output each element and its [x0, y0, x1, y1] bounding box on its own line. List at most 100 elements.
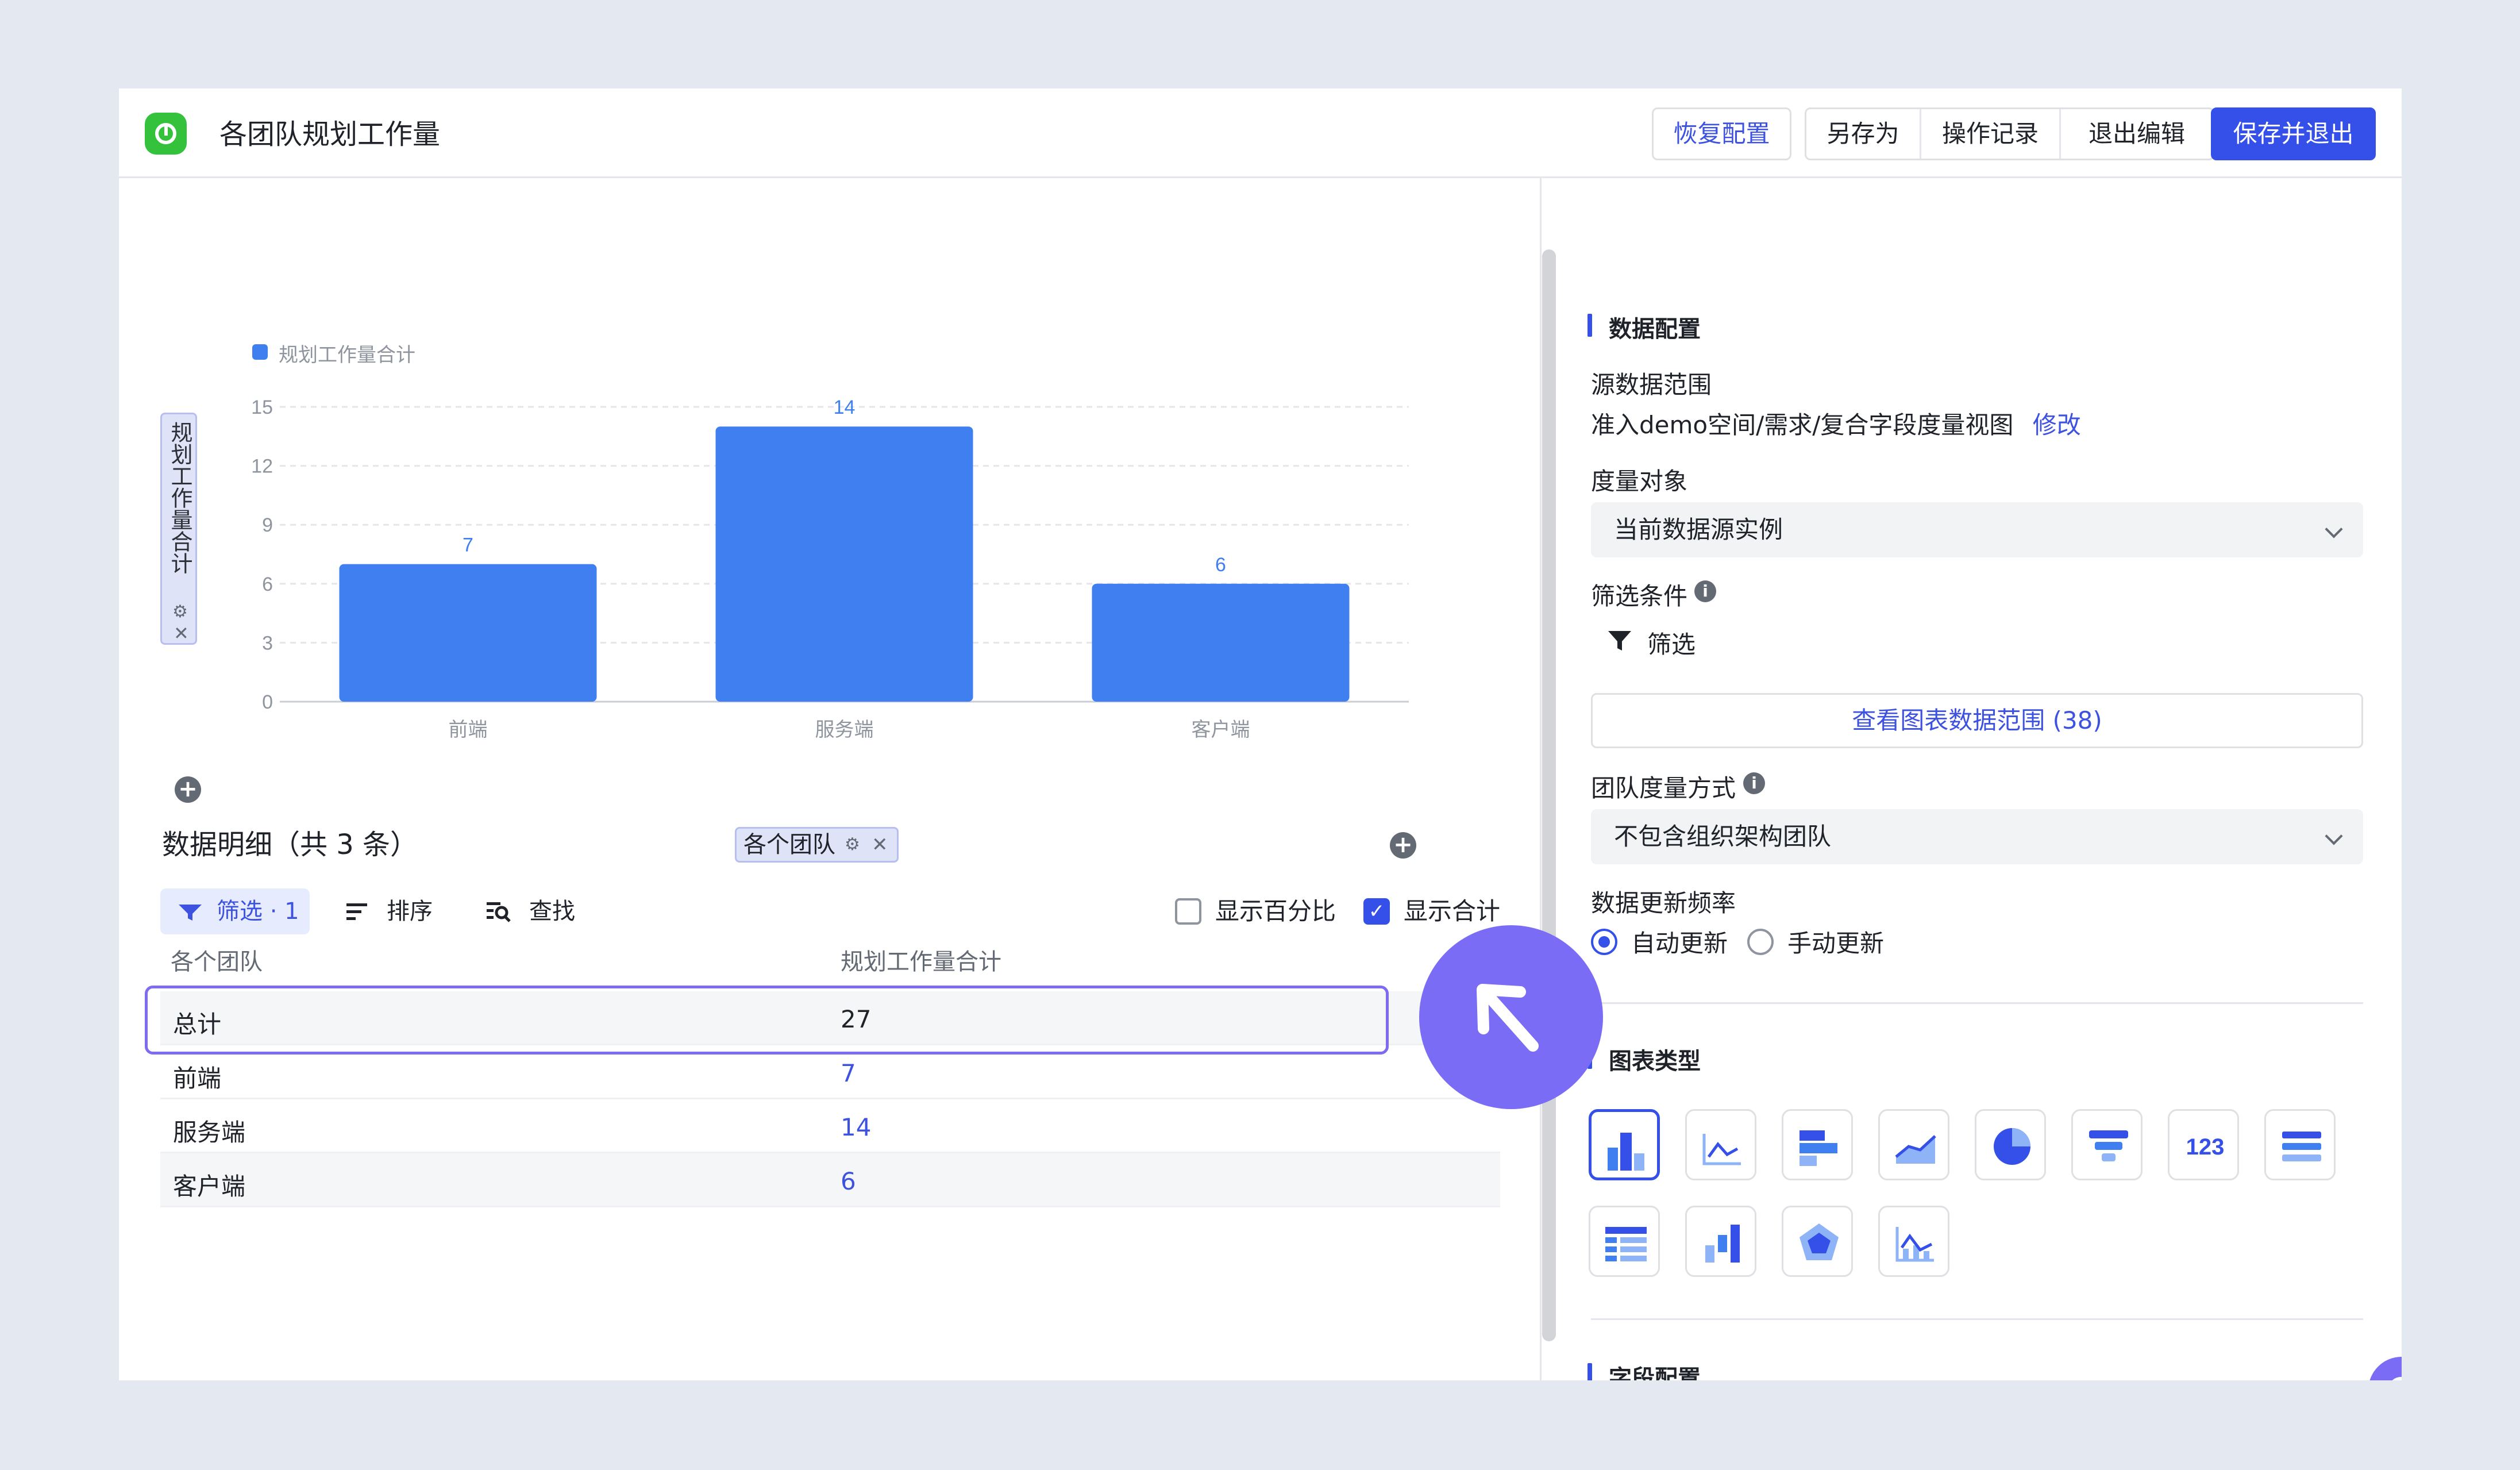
- header-button-group: 另存为 操作记录 退出编辑: [1805, 107, 2214, 160]
- restore-config-button[interactable]: 恢复配置: [1652, 107, 1791, 160]
- arrow-cursor-icon: [1477, 984, 1539, 1052]
- sort-icon: [346, 903, 367, 920]
- funnel-icon[interactable]: [1607, 630, 1632, 652]
- waterfall-icon[interactable]: [1685, 1206, 1756, 1277]
- source-edit-link[interactable]: 修改: [2033, 411, 2081, 439]
- section-accent: [1587, 314, 1592, 337]
- page-title: 各团队规划工作量: [219, 118, 441, 151]
- chevron-down-icon: [2325, 827, 2343, 845]
- number-card-text: 123: [2186, 1134, 2225, 1160]
- auto-refresh-label: 自动更新: [1631, 929, 1728, 957]
- bar-value-label: 6: [1215, 554, 1226, 576]
- exit-edit-button[interactable]: 退出编辑: [2061, 109, 2213, 159]
- panel-divider[interactable]: [1540, 178, 1542, 1380]
- detail-filter-button[interactable]: 筛选 · 1: [160, 888, 310, 934]
- detail-title: 数据明细（共 3 条）: [162, 829, 418, 861]
- config-panel: 数据配置 源数据范围 准入demo空间/需求/复合字段度量视图 修改 度量对象 …: [1559, 178, 2402, 1380]
- show-total-label: 显示合计: [1404, 897, 1501, 925]
- save-exit-button[interactable]: 保存并退出: [2211, 107, 2376, 160]
- help-button[interactable]: ? 帮助: [2368, 1357, 2402, 1380]
- find-label: 查找: [529, 898, 575, 925]
- filter-button[interactable]: 筛选: [1647, 625, 1696, 660]
- y-tick-label: 6: [262, 574, 273, 595]
- show-total-checkbox[interactable]: ✓: [1363, 898, 1390, 925]
- team-measure-select[interactable]: 不包含组织架构团队: [1591, 809, 2363, 864]
- cell-value-link[interactable]: 14: [841, 1113, 871, 1141]
- history-button[interactable]: 操作记录: [1921, 109, 2061, 159]
- horizontal-bar-icon[interactable]: [1782, 1109, 1853, 1180]
- divider: [1591, 1318, 2363, 1320]
- add-x-field-icon[interactable]: +: [1390, 832, 1416, 859]
- show-percent-label: 显示百分比: [1215, 897, 1336, 925]
- bar-value-label: 7: [463, 534, 473, 556]
- app-window: 各团队规划工作量 恢复配置 另存为 操作记录 退出编辑 保存并退出 规划工作量合…: [119, 88, 2402, 1380]
- team-measure-value: 不包含组织架构团队: [1614, 822, 1832, 851]
- bar[interactable]: [715, 426, 973, 702]
- table-icon[interactable]: [1589, 1206, 1660, 1277]
- close-icon[interactable]: ✕: [872, 829, 888, 861]
- save-as-button[interactable]: 另存为: [1806, 109, 1921, 159]
- table-row[interactable]: 服务端 14: [160, 1099, 1500, 1153]
- measure-label: 度量对象: [1591, 467, 1688, 495]
- header-bar: 各团队规划工作量 恢复配置 另存为 操作记录 退出编辑 保存并退出: [119, 88, 2402, 178]
- x-tick-label: 前端: [449, 718, 488, 741]
- team-measure-label: 团队度量方式: [1591, 774, 1736, 802]
- combo-chart-icon[interactable]: [1878, 1206, 1949, 1277]
- y-tick-label: 9: [262, 514, 273, 536]
- scrollbar-thumb[interactable]: [1542, 249, 1556, 1341]
- column-header-team[interactable]: 各个团队: [171, 943, 263, 976]
- cell-team: 前端: [173, 1064, 222, 1092]
- radar-icon[interactable]: [1782, 1206, 1853, 1277]
- find-button[interactable]: 查找: [487, 888, 584, 934]
- pie-chart-icon[interactable]: [1975, 1109, 2046, 1180]
- column-header-value[interactable]: 规划工作量合计: [841, 943, 1001, 976]
- cell-value-link[interactable]: 7: [841, 1059, 856, 1087]
- chart-type-title: 图表类型: [1609, 1048, 1701, 1075]
- y-tick-label: 3: [262, 632, 273, 654]
- x-axis-field-tag[interactable]: 各个团队 ⚙ ✕: [735, 827, 899, 863]
- gear-icon[interactable]: ⚙: [845, 829, 860, 861]
- filter-condition-label: 筛选条件: [1591, 582, 1688, 610]
- bar-chart: 0 3 6 9 12 15 7 前端 14 服务端 6 客户端: [251, 397, 1409, 741]
- info-icon[interactable]: i: [1743, 772, 1765, 794]
- list-icon[interactable]: [2264, 1109, 2336, 1180]
- number-card-icon[interactable]: 123: [2168, 1109, 2239, 1180]
- cell-team: 客户端: [173, 1172, 246, 1200]
- source-range-label: 源数据范围: [1591, 371, 1712, 399]
- area-chart-icon[interactable]: [1878, 1109, 1949, 1180]
- sort-button[interactable]: 排序: [346, 888, 438, 934]
- chart-area: 规划工作量合计 规划工作量合计 ⚙ ✕ 0 3 6 9 12 15 7 前端 14 服务端 6 客户端…: [119, 178, 1540, 863]
- bar[interactable]: [1092, 583, 1350, 702]
- divider: [1591, 1002, 2363, 1004]
- bar-chart-icon[interactable]: [1589, 1109, 1660, 1180]
- y-tick-label: 15: [251, 397, 273, 418]
- refresh-frequency-label: 数据更新频率: [1591, 889, 1736, 917]
- x-tick-label: 服务端: [815, 718, 874, 741]
- source-range-path: 准入demo空间/需求/复合字段度量视图: [1591, 411, 2014, 439]
- y-tick-label: 12: [251, 456, 273, 478]
- add-y-field-icon[interactable]: +: [175, 776, 201, 803]
- x-tick-label: 客户端: [1192, 718, 1250, 741]
- show-percent-checkbox[interactable]: [1175, 898, 1201, 925]
- help-icon: ?: [2388, 1377, 2402, 1380]
- measure-select[interactable]: 当前数据源实例: [1591, 502, 2363, 557]
- row-highlight-outline: [145, 986, 1389, 1055]
- data-config-title: 数据配置: [1609, 316, 1701, 343]
- app-logo-icon: [145, 113, 187, 155]
- table-row[interactable]: 客户端 6: [160, 1153, 1500, 1207]
- find-icon: [487, 902, 511, 922]
- manual-refresh-label: 手动更新: [1787, 929, 1885, 957]
- detail-filter-label: 筛选 · 1: [217, 898, 299, 925]
- view-chart-range-button[interactable]: 查看图表数据范围 (38): [1591, 693, 2363, 748]
- x-axis-field-label: 各个团队: [743, 832, 835, 858]
- chevron-down-icon: [2325, 520, 2343, 538]
- sort-label: 排序: [387, 898, 433, 925]
- bar[interactable]: [339, 564, 597, 702]
- bar-value-label: 14: [834, 397, 856, 418]
- line-chart-icon[interactable]: [1685, 1109, 1756, 1180]
- info-icon[interactable]: i: [1694, 580, 1716, 602]
- measure-value: 当前数据源实例: [1614, 515, 1783, 544]
- cell-value-link[interactable]: 6: [841, 1167, 856, 1195]
- funnel-chart-icon[interactable]: [2071, 1109, 2143, 1180]
- manual-refresh-radio[interactable]: [1747, 929, 1774, 955]
